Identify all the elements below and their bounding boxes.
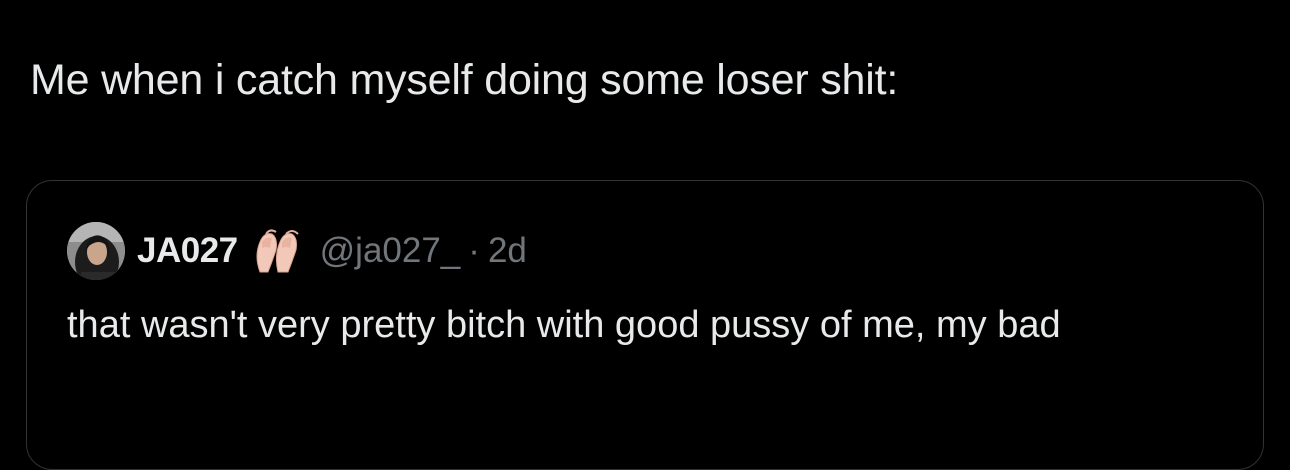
display-name[interactable]: JA027 — [137, 231, 238, 271]
quoted-tweet-card[interactable]: JA027 @ja027_ · 2d that wasn't very pret… — [26, 180, 1264, 470]
tweet: Me when i catch myself doing some loser … — [0, 0, 1290, 470]
avatar[interactable] — [67, 222, 125, 280]
quoted-tweet-text: that wasn't very pretty bitch with good … — [67, 304, 1061, 346]
timestamp[interactable]: 2d — [488, 231, 527, 271]
separator-dot: · — [468, 231, 480, 270]
user-handle[interactable]: @ja027_ — [320, 231, 461, 271]
tweet-text: Me when i catch myself doing some loser … — [30, 56, 899, 104]
avatar-photo-icon — [67, 222, 125, 280]
quoted-tweet-header: JA027 @ja027_ · 2d — [67, 221, 527, 281]
ballet-shoes-icon — [250, 228, 306, 274]
